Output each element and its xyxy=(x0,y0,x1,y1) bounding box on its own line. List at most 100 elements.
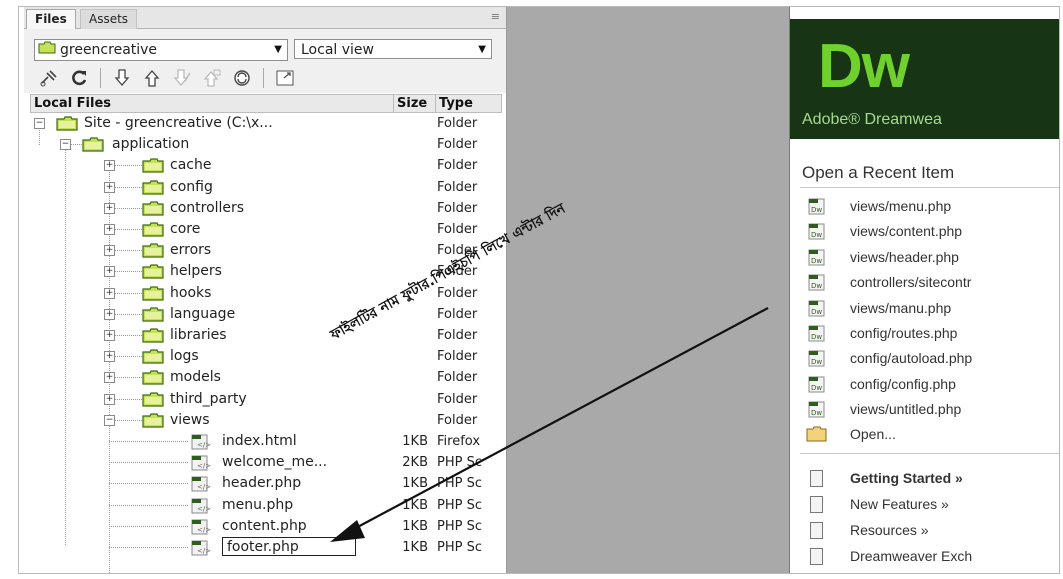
file-row[interactable]: </> header.php 1KB PHP Sc xyxy=(30,473,500,494)
expand-icon[interactable]: + xyxy=(104,182,115,193)
expand-icon[interactable]: + xyxy=(104,245,115,256)
item-type: Folder xyxy=(437,328,478,343)
svg-text:Dw: Dw xyxy=(811,308,822,316)
product-name: Adobe® Dreamwea xyxy=(802,111,942,128)
folder-row[interactable]: + hooks Folder xyxy=(30,283,500,304)
item-name: language xyxy=(170,306,236,322)
folder-row[interactable]: + logs Folder xyxy=(30,346,500,367)
folder-row[interactable]: + errors Folder xyxy=(30,240,500,261)
put-files-icon[interactable] xyxy=(137,66,167,90)
svg-text:Dw: Dw xyxy=(811,257,822,265)
folder-row[interactable]: + language Folder xyxy=(30,304,500,325)
recent-item[interactable]: Dw views/menu.php xyxy=(806,195,1059,217)
folder-row[interactable]: + cache Folder xyxy=(30,155,500,176)
getting-started-link[interactable]: Getting Started » xyxy=(806,467,1059,489)
site-select-value: greencreative xyxy=(60,42,158,58)
folder-row[interactable]: + controllers Folder xyxy=(30,198,500,219)
open-item[interactable]: Open... xyxy=(806,423,1059,445)
folder-row[interactable]: − application Folder xyxy=(30,134,500,155)
collapse-icon[interactable]: − xyxy=(60,139,71,150)
exchange-icon xyxy=(810,548,823,565)
file-row[interactable]: </> content.php 1KB PHP Sc xyxy=(30,516,500,537)
get-files-icon[interactable] xyxy=(107,66,137,90)
item-type: Folder xyxy=(437,392,478,407)
item-name: helpers xyxy=(170,263,222,279)
item-name: Site - greencreative (C:\x... xyxy=(84,115,273,131)
folder-row[interactable]: + config Folder xyxy=(30,177,500,198)
expand-icon[interactable]: + xyxy=(104,309,115,320)
check-in-icon[interactable] xyxy=(197,66,227,90)
item-name: cache xyxy=(170,157,212,173)
expand-icon[interactable]: + xyxy=(104,372,115,383)
panel-options-icon[interactable]: ≡ xyxy=(491,10,500,23)
recent-item[interactable]: Dw views/untitled.php xyxy=(806,398,1059,420)
getting-started-link[interactable]: New Features » xyxy=(806,493,1059,515)
file-row[interactable]: </> menu.php 1KB PHP Sc xyxy=(30,495,500,516)
folder-row[interactable]: − views Folder xyxy=(30,410,500,431)
expand-icon[interactable]: + xyxy=(104,394,115,405)
rename-input[interactable]: footer.php xyxy=(222,537,356,556)
folder-row[interactable]: + helpers Folder xyxy=(30,261,500,282)
expand-icon[interactable]: + xyxy=(104,351,115,362)
recent-item[interactable]: Dw views/manu.php xyxy=(806,297,1059,319)
expand-icon[interactable]: + xyxy=(104,330,115,341)
svg-text:</>: </> xyxy=(197,483,211,491)
expand-icon[interactable]: + xyxy=(104,288,115,299)
expand-icon[interactable]: + xyxy=(104,266,115,277)
column-size[interactable]: Size xyxy=(393,95,433,112)
file-row[interactable]: </> welcome_me... 2KB PHP Sc xyxy=(30,452,500,473)
synchronize-icon[interactable] xyxy=(227,66,257,90)
svg-text:</>: </> xyxy=(197,547,211,555)
tab-assets[interactable]: Assets xyxy=(80,9,138,29)
item-name: logs xyxy=(170,348,199,364)
file-row[interactable]: </> footer.php 1KB PHP Sc xyxy=(30,537,500,558)
column-type[interactable]: Type xyxy=(435,95,473,112)
recent-items-title: Open a Recent Item xyxy=(802,163,955,182)
column-local-files[interactable]: Local Files xyxy=(34,95,111,112)
check-out-icon[interactable] xyxy=(167,66,197,90)
connect-icon[interactable] xyxy=(34,66,64,90)
item-name: header.php xyxy=(222,475,302,491)
folder-row[interactable]: + models Folder xyxy=(30,367,500,388)
recent-item[interactable]: Dw views/header.php xyxy=(806,246,1059,268)
screenshot-frame: Files Assets ≡ greencreative ▼ Local vie… xyxy=(18,6,1060,574)
site-select[interactable]: greencreative ▼ xyxy=(34,39,288,61)
folder-row[interactable]: + third_party Folder xyxy=(30,389,500,410)
folder-icon xyxy=(38,40,56,60)
folder-row[interactable]: + core Folder xyxy=(30,219,500,240)
expand-icon[interactable]: + xyxy=(104,160,115,171)
section-divider xyxy=(800,187,1059,188)
item-name: config xyxy=(170,179,213,195)
dw-file-icon: Dw xyxy=(806,375,828,399)
recent-item[interactable]: Dw config/autoload.php xyxy=(806,347,1059,369)
file-list-header: Local Files Size Type xyxy=(30,94,502,113)
item-type: PHP Sc xyxy=(437,498,482,513)
folder-row[interactable]: + libraries Folder xyxy=(30,325,500,346)
view-select[interactable]: Local view ▼ xyxy=(294,39,492,59)
welcome-screen: Dw Adobe® Dreamwea Open a Recent Item Dw… xyxy=(789,7,1059,573)
collapse-icon[interactable]: − xyxy=(104,415,115,426)
files-toolbar: greencreative ▼ Local view ▼ xyxy=(24,29,506,93)
recent-item[interactable]: Dw config/routes.php xyxy=(806,322,1059,344)
refresh-icon[interactable] xyxy=(64,66,94,90)
file-row[interactable]: </> index.html 1KB Firefox xyxy=(30,431,500,452)
collapse-icon[interactable]: − xyxy=(34,118,45,129)
getting-started-link[interactable]: Resources » xyxy=(806,519,1059,541)
getting-started-link[interactable]: Dreamweaver Exch xyxy=(806,545,1059,567)
link-label: New Features » xyxy=(850,496,949,512)
svg-text:Dw: Dw xyxy=(811,384,822,392)
recent-item[interactable]: Dw views/content.php xyxy=(806,220,1059,242)
recent-item-label: views/content.php xyxy=(850,223,963,240)
svg-text:</>: </> xyxy=(197,505,211,513)
recent-item[interactable]: Dw config/config.php xyxy=(806,373,1059,395)
folder-row[interactable]: − Site - greencreative (C:\x... Folder xyxy=(30,113,500,134)
expand-icon[interactable]: + xyxy=(104,224,115,235)
item-type: Folder xyxy=(437,243,478,258)
item-type: Folder xyxy=(437,116,478,131)
tab-files[interactable]: Files xyxy=(26,9,76,29)
recent-item-label: views/manu.php xyxy=(850,299,952,316)
expand-icon[interactable] xyxy=(270,66,300,90)
dw-file-icon: Dw xyxy=(806,400,828,424)
expand-icon[interactable]: + xyxy=(104,203,115,214)
recent-item[interactable]: Dw controllers/sitecontr xyxy=(806,271,1059,293)
